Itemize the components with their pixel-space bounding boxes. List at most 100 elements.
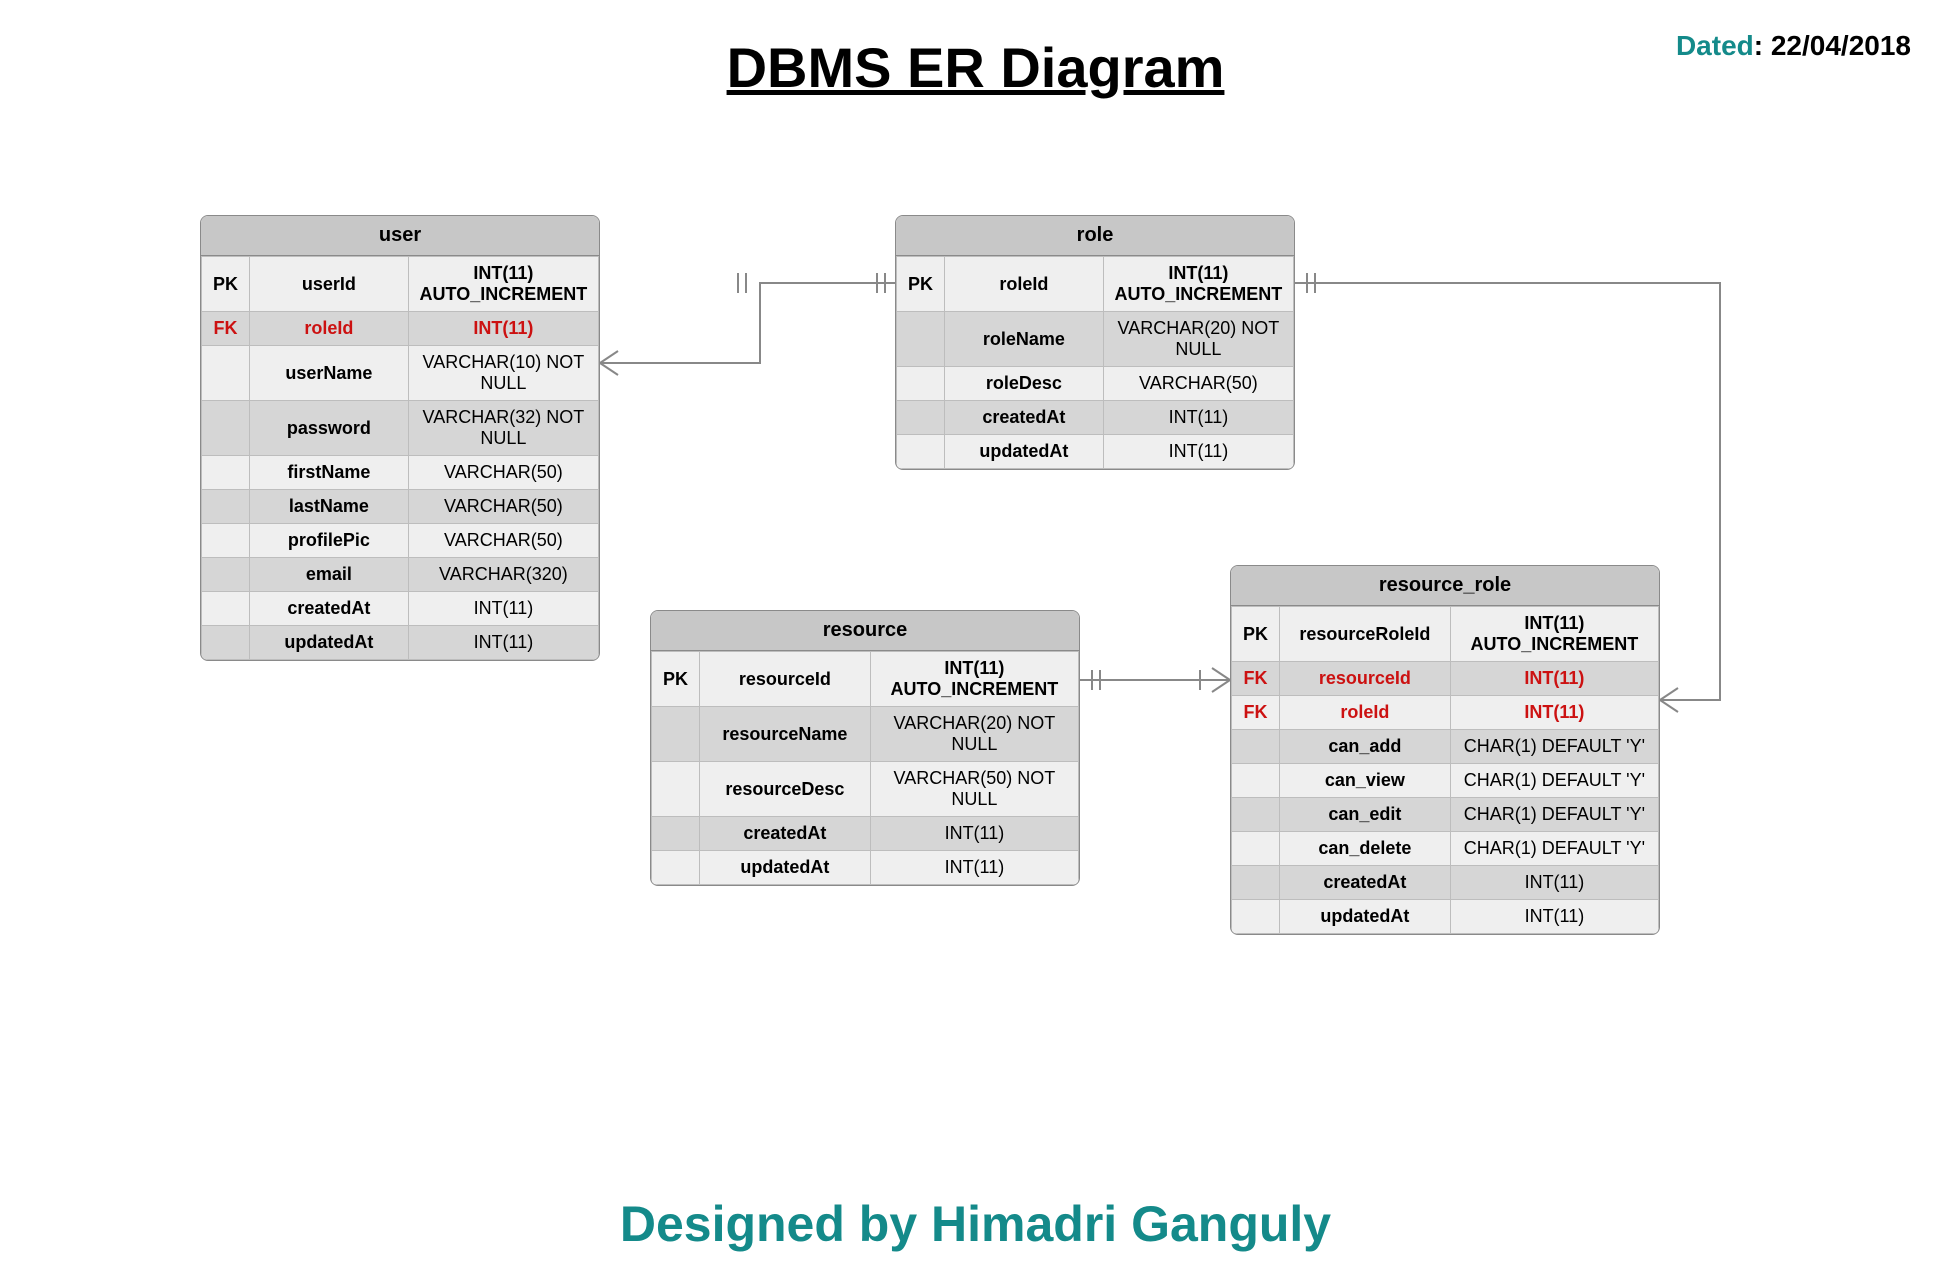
entity-row: firstNameVARCHAR(50) — [202, 456, 599, 490]
entity-user-table: PKuserIdINT(11) AUTO_INCREMENTFKroleIdIN… — [201, 256, 599, 660]
col-key — [897, 435, 945, 469]
col-name: roleId — [250, 312, 409, 346]
entity-row: profilePicVARCHAR(50) — [202, 524, 599, 558]
col-type: VARCHAR(32) NOT NULL — [408, 401, 598, 456]
entity-user: user PKuserIdINT(11) AUTO_INCREMENTFKrol… — [200, 215, 600, 661]
col-key: FK — [202, 312, 250, 346]
entity-resource-role: resource_role PKresourceRoleIdINT(11) AU… — [1230, 565, 1660, 935]
col-name: resourceId — [1280, 662, 1451, 696]
footer-credit: Designed by Himadri Ganguly — [0, 1195, 1951, 1253]
col-name: userId — [250, 257, 409, 312]
col-name: updatedAt — [1280, 900, 1451, 934]
col-type: INT(11) — [1103, 435, 1293, 469]
col-key — [1232, 866, 1280, 900]
col-type: INT(11) — [1450, 866, 1658, 900]
col-type: VARCHAR(320) — [408, 558, 598, 592]
col-type: CHAR(1) DEFAULT 'Y' — [1450, 832, 1658, 866]
col-key — [652, 817, 700, 851]
entity-role-table: PKroleIdINT(11) AUTO_INCREMENTroleNameVA… — [896, 256, 1294, 469]
col-type: INT(11) AUTO_INCREMENT — [870, 652, 1078, 707]
entity-resource-role-table: PKresourceRoleIdINT(11) AUTO_INCREMENTFK… — [1231, 606, 1659, 934]
col-type: CHAR(1) DEFAULT 'Y' — [1450, 730, 1658, 764]
col-key — [652, 851, 700, 885]
dated-value: : 22/04/2018 — [1754, 30, 1911, 61]
entity-row: roleDescVARCHAR(50) — [897, 367, 1294, 401]
entity-row: PKuserIdINT(11) AUTO_INCREMENT — [202, 257, 599, 312]
col-name: resourceId — [700, 652, 871, 707]
col-key — [202, 626, 250, 660]
col-key — [202, 592, 250, 626]
entity-row: userNameVARCHAR(10) NOT NULL — [202, 346, 599, 401]
col-type: INT(11) AUTO_INCREMENT — [1103, 257, 1293, 312]
col-type: VARCHAR(20) NOT NULL — [1103, 312, 1293, 367]
col-name: createdAt — [1280, 866, 1451, 900]
col-type: INT(11) — [408, 312, 598, 346]
col-key — [202, 456, 250, 490]
col-key: PK — [897, 257, 945, 312]
diagram-canvas: DBMS ER Diagram Dated: 22/04/2018 user P… — [0, 0, 1951, 1283]
entity-row: updatedAtINT(11) — [652, 851, 1079, 885]
col-type: INT(11) — [1103, 401, 1293, 435]
col-name: resourceName — [700, 707, 871, 762]
entity-resource-table: PKresourceIdINT(11) AUTO_INCREMENTresour… — [651, 651, 1079, 885]
col-key — [202, 490, 250, 524]
entity-row: updatedAtINT(11) — [897, 435, 1294, 469]
entity-role-title: role — [896, 216, 1294, 256]
page-title: DBMS ER Diagram — [0, 35, 1951, 100]
col-type: INT(11) — [1450, 662, 1658, 696]
col-type: INT(11) AUTO_INCREMENT — [1450, 607, 1658, 662]
col-name: userName — [250, 346, 409, 401]
col-type: VARCHAR(10) NOT NULL — [408, 346, 598, 401]
col-key — [1232, 730, 1280, 764]
col-name: updatedAt — [700, 851, 871, 885]
col-key — [1232, 798, 1280, 832]
col-name: lastName — [250, 490, 409, 524]
col-key — [202, 558, 250, 592]
col-name: createdAt — [700, 817, 871, 851]
col-type: VARCHAR(20) NOT NULL — [870, 707, 1078, 762]
col-name: roleName — [945, 312, 1104, 367]
col-name: roleDesc — [945, 367, 1104, 401]
col-key — [202, 401, 250, 456]
col-type: VARCHAR(50) — [1103, 367, 1293, 401]
col-name: updatedAt — [250, 626, 409, 660]
col-key — [1232, 832, 1280, 866]
col-key — [1232, 764, 1280, 798]
entity-user-title: user — [201, 216, 599, 256]
entity-row: can_viewCHAR(1) DEFAULT 'Y' — [1232, 764, 1659, 798]
col-key — [202, 346, 250, 401]
col-key — [897, 401, 945, 435]
col-name: updatedAt — [945, 435, 1104, 469]
col-name: createdAt — [250, 592, 409, 626]
entity-row: emailVARCHAR(320) — [202, 558, 599, 592]
col-name: roleId — [945, 257, 1104, 312]
col-type: VARCHAR(50) NOT NULL — [870, 762, 1078, 817]
entity-row: FKroleIdINT(11) — [1232, 696, 1659, 730]
col-key: FK — [1232, 662, 1280, 696]
col-type: INT(11) — [408, 626, 598, 660]
col-name: can_delete — [1280, 832, 1451, 866]
col-key — [202, 524, 250, 558]
col-key — [652, 762, 700, 817]
dated-label: Dated — [1676, 30, 1754, 61]
col-type: INT(11) AUTO_INCREMENT — [408, 257, 598, 312]
entity-row: PKresourceIdINT(11) AUTO_INCREMENT — [652, 652, 1079, 707]
col-type: VARCHAR(50) — [408, 490, 598, 524]
dated-block: Dated: 22/04/2018 — [1676, 30, 1911, 62]
col-type: INT(11) — [870, 817, 1078, 851]
entity-row: can_deleteCHAR(1) DEFAULT 'Y' — [1232, 832, 1659, 866]
entity-role: role PKroleIdINT(11) AUTO_INCREMENTroleN… — [895, 215, 1295, 470]
col-key: PK — [202, 257, 250, 312]
entity-row: createdAtINT(11) — [652, 817, 1079, 851]
col-type: INT(11) — [1450, 696, 1658, 730]
col-key — [897, 312, 945, 367]
col-type: INT(11) — [1450, 900, 1658, 934]
entity-row: passwordVARCHAR(32) NOT NULL — [202, 401, 599, 456]
entity-row: createdAtINT(11) — [202, 592, 599, 626]
col-key: FK — [1232, 696, 1280, 730]
col-type: CHAR(1) DEFAULT 'Y' — [1450, 798, 1658, 832]
entity-resource-title: resource — [651, 611, 1079, 651]
col-name: can_add — [1280, 730, 1451, 764]
entity-row: createdAtINT(11) — [897, 401, 1294, 435]
col-name: can_edit — [1280, 798, 1451, 832]
